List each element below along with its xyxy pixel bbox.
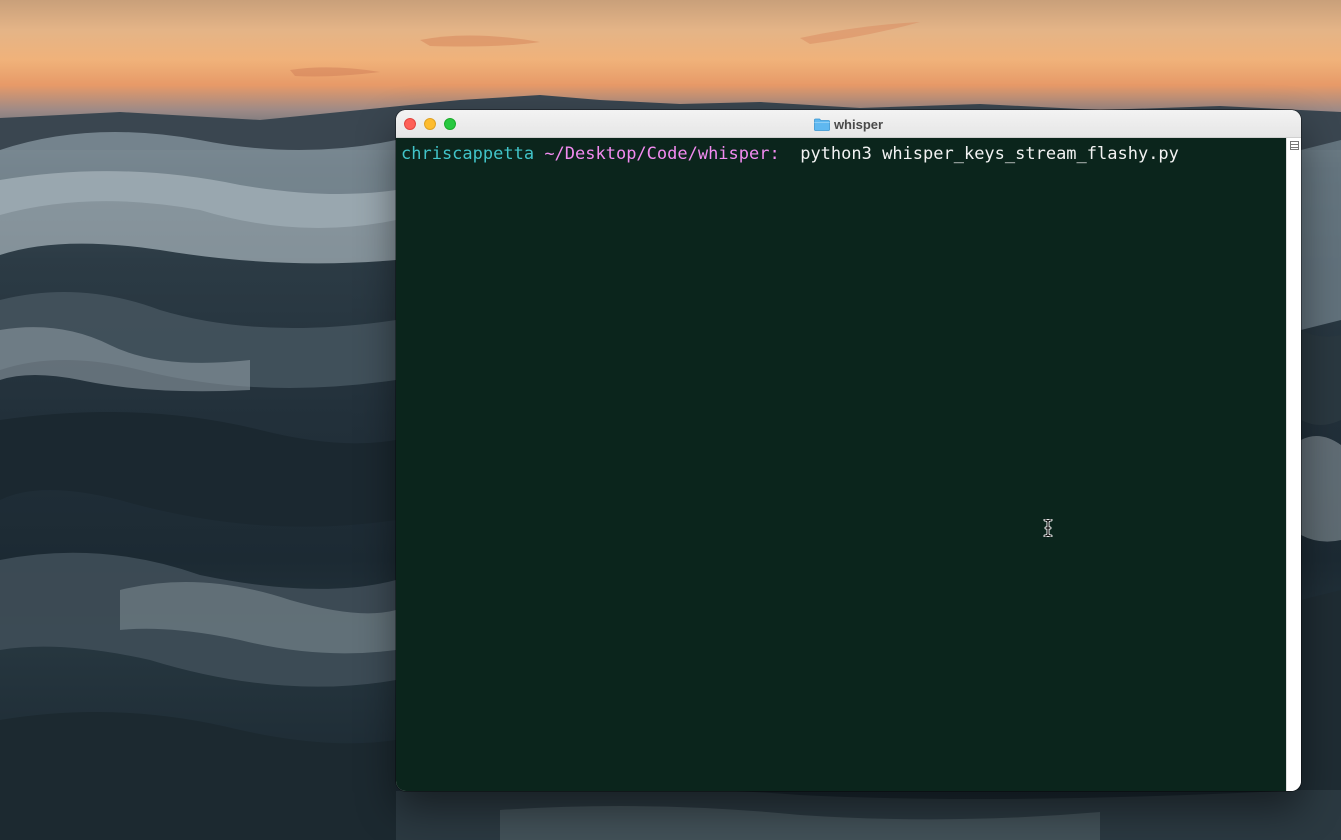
terminal-scrollbar[interactable] <box>1286 138 1301 791</box>
prompt-path: ~/Desktop/Code/whisper: <box>544 144 780 164</box>
window-title-text: whisper <box>833 116 884 132</box>
command-text: python3 whisper_keys_stream_flashy.py <box>800 144 1179 164</box>
window-title: whisper <box>396 110 1301 138</box>
terminal-window: whisper chriscappetta ~/Desktop/Code/whi… <box>396 110 1301 791</box>
prompt-user: chriscappetta <box>401 144 535 164</box>
window-titlebar[interactable]: whisper <box>396 110 1301 138</box>
ibeam-cursor-icon <box>1043 519 1053 537</box>
split-pane-icon[interactable] <box>1290 141 1299 150</box>
folder-icon <box>814 118 830 131</box>
terminal-output[interactable]: chriscappetta ~/Desktop/Code/whisper: py… <box>396 138 1286 791</box>
